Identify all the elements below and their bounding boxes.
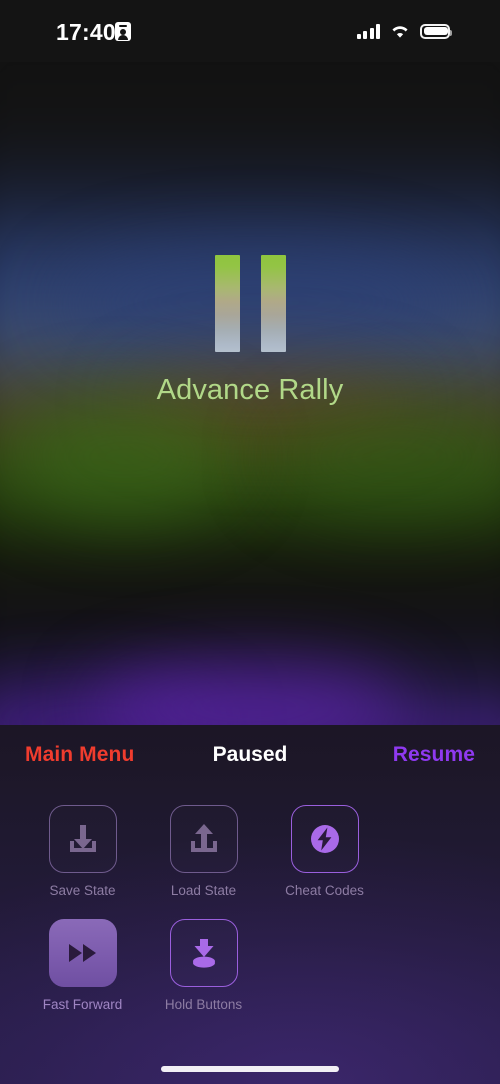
menu-item-cheat-codes[interactable]: Cheat Codes [264,805,385,898]
save-state-button[interactable] [48,805,117,873]
pause-overlay: Advance Rally [0,255,500,407]
menu-item-save-state[interactable]: Save State [22,805,143,898]
game-title: Advance Rally [156,374,344,406]
status-bar-time: 17:40 [56,19,116,45]
battery-icon [420,23,452,39]
load-state-label: Load State [170,883,237,898]
id-card-icon [115,22,131,41]
pause-menu-grid: Save State Load State Cheat Codes Fast F… [22,805,482,1033]
cheat-codes-button[interactable] [290,805,359,873]
phone-screen: Advance Rally 17:40 Main Menu Paused Res… [0,0,500,1084]
pause-bar-left [214,255,240,352]
home-indicator[interactable] [161,1066,339,1072]
menu-item-fast-forward[interactable]: Fast Forward [22,919,143,1012]
wifi-icon [389,23,411,39]
menu-item-hold-buttons[interactable]: Hold Buttons [143,919,264,1012]
cheat-codes-label: Cheat Codes [285,883,364,898]
pause-menu-header: Main Menu Paused Resume [0,743,500,777]
fast-forward-icon [68,944,96,962]
fast-forward-button[interactable] [48,919,117,987]
cellular-signal-icon [356,23,380,39]
fast-forward-label: Fast Forward [42,997,123,1012]
resume-button[interactable]: Resume [393,743,475,767]
pause-menu-panel: Main Menu Paused Resume Save State Load … [0,725,500,1084]
status-bar: 17:40 [0,0,500,62]
pause-icon [0,255,500,352]
load-state-button[interactable] [169,805,238,873]
menu-item-load-state[interactable]: Load State [143,805,264,898]
save-state-label: Save State [49,883,116,898]
hold-buttons-button[interactable] [169,919,238,987]
hold-buttons-icon [192,939,215,968]
hold-buttons-label: Hold Buttons [164,997,243,1012]
pause-bar-right [260,255,286,352]
cheat-codes-icon [310,825,339,853]
background-grass-left-blotch [10,392,240,522]
status-bar-indicators [356,20,452,42]
load-state-icon [190,824,217,852]
save-state-icon [69,825,96,852]
